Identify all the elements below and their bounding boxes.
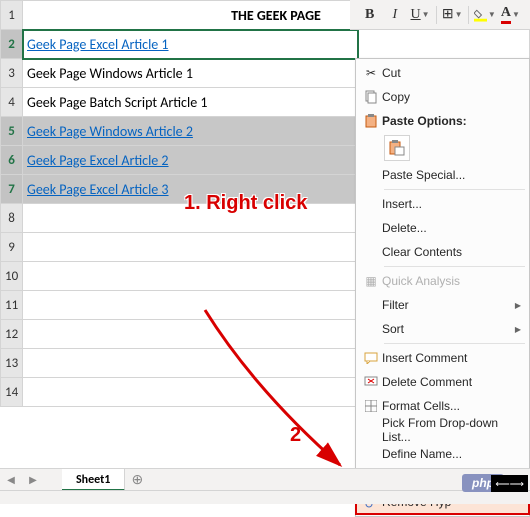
- row-header-5[interactable]: 5: [1, 117, 23, 146]
- cell-B14[interactable]: [23, 378, 358, 407]
- cell-B6[interactable]: Geek Page Excel Article 2: [23, 146, 358, 175]
- quick-analysis-icon: ▦: [360, 272, 382, 290]
- sheet-tab-1[interactable]: Sheet1: [62, 469, 125, 491]
- menu-cut[interactable]: ✂Cut: [356, 61, 529, 85]
- horizontal-scrollbar[interactable]: [0, 490, 530, 504]
- cell-B11[interactable]: [23, 291, 358, 320]
- underline-button[interactable]: U▼: [408, 4, 431, 26]
- menu-clear-contents[interactable]: Clear Contents: [356, 240, 529, 264]
- cell-B7[interactable]: Geek Page Excel Article 3: [23, 175, 358, 204]
- row-header-2[interactable]: 2: [1, 30, 23, 59]
- bold-button[interactable]: B: [358, 4, 381, 26]
- delete-comment-icon: [360, 373, 382, 391]
- border-button[interactable]: ⊞▼: [441, 4, 464, 26]
- context-menu: ✂Cut Copy Paste Options: Paste Special..…: [355, 58, 530, 517]
- cell-B9[interactable]: [23, 233, 358, 262]
- jump-indicator: ⟵⟶: [491, 475, 528, 492]
- submenu-arrow-icon: ▶: [515, 325, 521, 334]
- menu-define-name[interactable]: Define Name...: [356, 442, 529, 466]
- scissors-icon: ✂: [360, 64, 382, 82]
- comment-icon: [360, 349, 382, 367]
- fill-color-button[interactable]: ▼: [473, 4, 497, 26]
- row-header-7[interactable]: 7: [1, 175, 23, 204]
- sheet-tabs: ◀ ▶ Sheet1 ⊕: [0, 468, 530, 490]
- copy-icon: [360, 88, 382, 106]
- menu-format-cells[interactable]: Format Cells...: [356, 394, 529, 418]
- cell-B8[interactable]: [23, 204, 358, 233]
- menu-delete-comment[interactable]: Delete Comment: [356, 370, 529, 394]
- cell-B12[interactable]: [23, 320, 358, 349]
- cell-B10[interactable]: [23, 262, 358, 291]
- cell-C2[interactable]: [358, 30, 530, 59]
- cell-B13[interactable]: [23, 349, 358, 378]
- font-color-button[interactable]: A▼: [499, 4, 522, 26]
- menu-quick-analysis: ▦Quick Analysis: [356, 269, 529, 293]
- cell-B2[interactable]: Geek Page Excel Article 1: [23, 30, 358, 59]
- row-header-12[interactable]: 12: [1, 320, 23, 349]
- menu-insert-comment[interactable]: Insert Comment: [356, 346, 529, 370]
- tab-nav-prev[interactable]: ◀: [0, 473, 22, 486]
- format-cells-icon: [360, 397, 382, 415]
- row-header-1[interactable]: 1: [1, 1, 23, 30]
- row-header-4[interactable]: 4: [1, 88, 23, 117]
- menu-filter[interactable]: Filter▶: [356, 293, 529, 317]
- row-header-9[interactable]: 9: [1, 233, 23, 262]
- row-header-14[interactable]: 14: [1, 378, 23, 407]
- clipboard-icon: [360, 112, 382, 130]
- cell-B4[interactable]: Geek Page Batch Script Article 1: [23, 88, 358, 117]
- menu-delete[interactable]: Delete...: [356, 216, 529, 240]
- row-header-13[interactable]: 13: [1, 349, 23, 378]
- row-header-11[interactable]: 11: [1, 291, 23, 320]
- formatting-toolbar: B I U▼ ⊞▼ ▼ A▼: [350, 0, 530, 30]
- paste-default-button[interactable]: [384, 135, 410, 161]
- tab-nav-next[interactable]: ▶: [22, 473, 44, 486]
- cell-B5[interactable]: Geek Page Windows Article 2: [23, 117, 358, 146]
- menu-pick-dropdown[interactable]: Pick From Drop-down List...: [356, 418, 529, 442]
- menu-sort[interactable]: Sort▶: [356, 317, 529, 341]
- row-header-6[interactable]: 6: [1, 146, 23, 175]
- add-sheet-button[interactable]: ⊕: [125, 471, 149, 488]
- row-header-10[interactable]: 10: [1, 262, 23, 291]
- menu-copy[interactable]: Copy: [356, 85, 529, 109]
- row-header-8[interactable]: 8: [1, 204, 23, 233]
- italic-button[interactable]: I: [383, 4, 406, 26]
- menu-insert[interactable]: Insert...: [356, 192, 529, 216]
- submenu-arrow-icon: ▶: [515, 301, 521, 310]
- row-header-3[interactable]: 3: [1, 59, 23, 88]
- cell-B3[interactable]: Geek Page Windows Article 1: [23, 59, 358, 88]
- menu-paste-options-label: Paste Options:: [356, 109, 529, 133]
- menu-paste-special[interactable]: Paste Special...: [356, 163, 529, 187]
